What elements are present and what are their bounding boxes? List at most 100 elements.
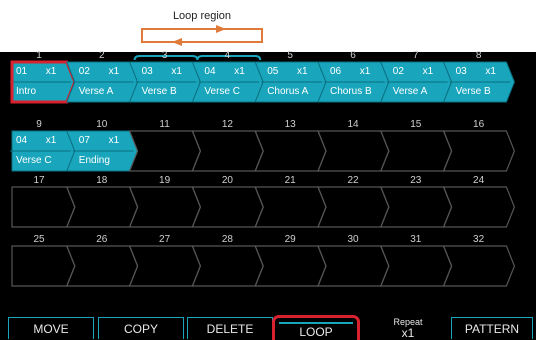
slot-section-name: Intro [16,86,37,97]
slot-pattern-number: 04 [16,135,28,146]
slot-number: 31 [410,234,422,245]
slot-repeat-count: x1 [485,66,496,77]
slot-number: 1 [36,50,42,61]
song-slot-21[interactable] [254,186,327,228]
slot-number: 5 [287,50,293,61]
song-slot-14[interactable] [317,130,390,172]
slot-number: 6 [350,50,356,61]
slot-section-name: Verse C [204,86,240,97]
slot-number: 7 [413,50,419,61]
slot-number: 15 [410,119,422,130]
slot-section-name: Chorus A [267,86,309,97]
loop-arrow-left-head [172,38,182,46]
slot-repeat-count: x1 [45,66,57,77]
song-slot-22[interactable] [317,186,390,228]
song-slot-24[interactable] [442,186,516,228]
slot-repeat-count: x1 [45,135,57,146]
slot-pattern-number: 01 [16,66,28,77]
song-slot-16[interactable] [442,130,516,172]
move-button[interactable]: MOVE [8,317,94,339]
slot-repeat-count: x1 [422,66,434,77]
loop-region-label: Loop region [172,10,232,22]
slot-number: 10 [96,119,108,130]
slot-section-name: Verse A [78,86,114,97]
song-slot-31[interactable] [379,245,453,287]
slot-section-name: Verse C [16,155,52,166]
pattern-button[interactable]: PATTERN [451,317,533,339]
copy-button[interactable]: COPY [98,317,184,339]
loop-button-label: LOOP [299,325,333,339]
slot-number: 16 [473,119,485,130]
slot-number: 19 [159,175,171,186]
slot-section-name: Verse B [141,86,177,97]
loop-button[interactable]: LOOP [272,315,360,340]
song-slot-23[interactable] [379,186,453,228]
slot-repeat-count: x1 [297,66,308,77]
song-slot-28[interactable] [191,245,264,287]
slot-number: 23 [410,175,422,186]
song-slot-18[interactable] [65,186,139,228]
slot-repeat-count: x1 [234,66,245,77]
song-slot-19[interactable] [128,186,202,228]
loop-active-bar [279,322,353,324]
slot-repeat-count: x1 [171,66,182,77]
slot-repeat-count: x1 [359,66,371,77]
slot-repeat-count: x1 [108,135,120,146]
slot-number: 8 [475,50,482,61]
song-slot-11[interactable] [128,130,202,172]
slot-number: 13 [284,119,296,130]
slot-pattern-number: 03 [141,66,153,77]
slot-number: 12 [221,119,233,130]
slot-number: 4 [224,50,231,61]
slot-pattern-number: 03 [455,66,467,77]
slot-section-name: Chorus B [330,86,372,97]
slot-number: 25 [33,234,45,245]
song-slot-17[interactable] [11,186,76,228]
slot-number: 17 [33,175,45,186]
slot-pattern-number: 02 [78,66,90,77]
slot-number: 11 [159,119,170,130]
song-slot-26[interactable] [65,245,139,287]
slot-number: 26 [96,234,108,245]
function-button-bar: MOVE COPY DELETE LOOP Repeat x1 PATTERN [0,315,536,340]
slot-number: 14 [347,119,359,130]
slot-number: 20 [221,175,233,186]
slot-pattern-number: 06 [330,66,342,77]
song-slot-20[interactable] [191,186,264,228]
slot-number: 21 [284,175,296,186]
slot-number: 29 [284,234,296,245]
song-slot-27[interactable] [128,245,202,287]
repeat-control[interactable]: Repeat x1 [380,317,436,339]
slot-number: 30 [347,234,359,245]
slot-pattern-number: 05 [267,66,279,77]
song-screen: 1 01 x1 Intro 2 02 x1 Verse A 3 03 x1 Verse B 4 04 x1 V… [0,50,536,340]
song-slot-25[interactable] [11,245,76,287]
slot-pattern-number: 07 [78,135,90,146]
slot-pattern-number: 04 [204,66,216,77]
slot-repeat-count: x1 [108,66,120,77]
slot-number: 9 [36,119,42,130]
slot-number: 3 [161,50,168,61]
slot-number: 22 [347,175,359,186]
song-slot-12[interactable] [191,130,264,172]
song-slot-15[interactable] [379,130,453,172]
song-slot-30[interactable] [317,245,390,287]
song-slot-32[interactable] [442,245,516,287]
repeat-value: x1 [401,326,415,340]
loop-arrow-icon [141,28,263,43]
slot-section-name: Verse B [455,86,491,97]
song-slot-29[interactable] [254,245,327,287]
slot-number: 2 [99,50,105,61]
slot-number: 32 [473,234,485,245]
slot-pattern-number: 02 [392,66,404,77]
slot-number: 18 [96,175,108,186]
loop-arrow-right-head [216,25,226,33]
slot-section-name: Verse A [392,86,428,97]
delete-button[interactable]: DELETE [187,317,273,339]
slot-number: 28 [221,234,233,245]
slot-section-name: Ending [78,155,110,166]
song-slot-13[interactable] [254,130,327,172]
slot-number: 24 [473,175,485,186]
loop-region-diagram [141,25,263,46]
slot-number: 27 [159,234,171,245]
